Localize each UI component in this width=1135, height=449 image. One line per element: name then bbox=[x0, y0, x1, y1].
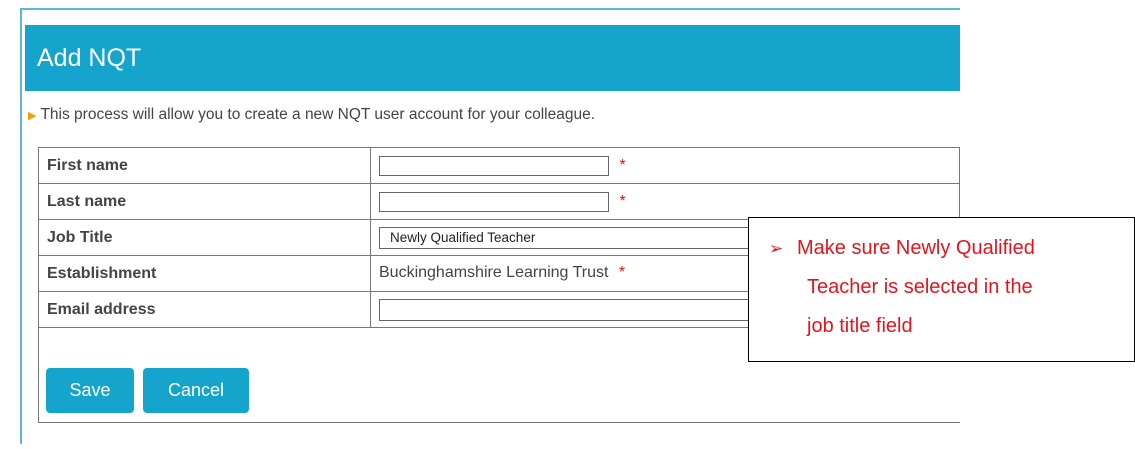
establishment-label: Establishment bbox=[38, 255, 371, 292]
last-name-input[interactable] bbox=[379, 191, 609, 212]
required-asterisk-icon: * bbox=[619, 156, 626, 174]
first-name-input[interactable] bbox=[379, 155, 609, 176]
page-title: Add NQT bbox=[37, 43, 142, 72]
last-name-label: Last name bbox=[38, 183, 371, 220]
callout-line-1: ➢ Make sure Newly Qualified bbox=[769, 229, 1134, 268]
first-name-label: First name bbox=[38, 147, 371, 184]
callout-line-3: job title field bbox=[807, 315, 913, 337]
callout-text-1: Make sure Newly Qualified bbox=[797, 237, 1035, 259]
last-name-cell: * bbox=[370, 183, 960, 220]
triangle-right-icon: ▶ bbox=[28, 109, 37, 122]
panel-header: Add NQT bbox=[25, 25, 960, 91]
callout-line-2: Teacher is selected in the bbox=[807, 276, 1033, 298]
establishment-value: Buckinghamshire Learning Trust bbox=[379, 264, 609, 282]
save-button[interactable]: Save bbox=[46, 368, 134, 413]
job-title-selected-value: Newly Qualified Teacher bbox=[390, 230, 536, 245]
required-asterisk-icon: * bbox=[619, 192, 626, 210]
arrow-bullet-icon: ➢ bbox=[769, 239, 784, 258]
cancel-button[interactable]: Cancel bbox=[143, 368, 249, 413]
last-name-row: Last name * bbox=[38, 183, 960, 220]
first-name-cell: * bbox=[370, 147, 960, 184]
first-name-row: First name * bbox=[38, 147, 960, 184]
required-asterisk-icon: * bbox=[618, 264, 626, 282]
intro-message: ▶ This process will allow you to create … bbox=[28, 106, 595, 124]
job-title-label: Job Title bbox=[38, 219, 371, 256]
instruction-callout: ➢ Make sure Newly Qualified Teacher is se… bbox=[748, 217, 1135, 362]
intro-text: This process will allow you to create a … bbox=[40, 106, 595, 123]
email-label: Email address bbox=[38, 291, 371, 328]
